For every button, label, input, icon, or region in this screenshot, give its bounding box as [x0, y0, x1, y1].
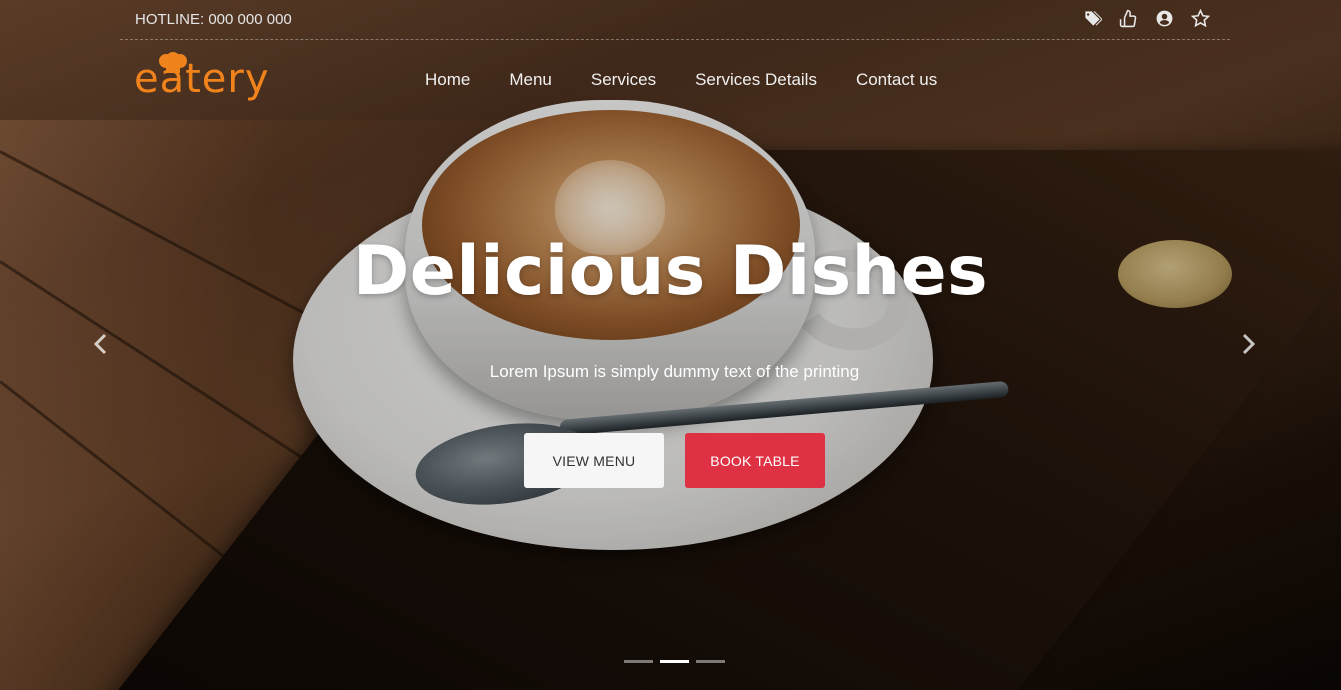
view-menu-button[interactable]: VIEW MENU	[524, 433, 664, 488]
chevron-right-icon	[1242, 333, 1256, 355]
logo-text: eatery	[134, 56, 270, 102]
carousel-indicators	[624, 660, 725, 663]
book-table-button[interactable]: BOOK TABLE	[685, 433, 825, 488]
nav-item-services[interactable]: Services	[591, 70, 656, 90]
hotline-text: HOTLINE: 000 000 000	[135, 11, 292, 28]
hero-carousel: HOTLINE: 000 000 000 eatery Home Menu Se…	[0, 0, 1341, 690]
tags-icon[interactable]	[1083, 9, 1103, 28]
nav-item-contact-us[interactable]: Contact us	[856, 70, 937, 90]
nav-item-home[interactable]: Home	[425, 70, 470, 90]
chevron-left-icon	[93, 333, 107, 355]
thumbs-up-icon[interactable]	[1119, 9, 1138, 28]
carousel-indicator-3[interactable]	[696, 660, 725, 663]
carousel-next-button[interactable]	[1238, 333, 1258, 355]
star-icon[interactable]	[1190, 8, 1211, 28]
nav-item-menu[interactable]: Menu	[509, 70, 552, 90]
top-icons	[1083, 8, 1211, 28]
logo[interactable]: eatery	[134, 52, 279, 110]
hero-subtitle: Lorem Ipsum is simply dummy text of the …	[489, 362, 860, 381]
user-circle-icon[interactable]	[1155, 9, 1174, 28]
hero-title: Delicious Dishes	[352, 232, 989, 311]
nav-item-services-details[interactable]: Services Details	[695, 70, 817, 90]
top-bar: HOTLINE: 000 000 000	[120, 0, 1230, 40]
carousel-indicator-2[interactable]	[660, 660, 689, 663]
main-nav: Home Menu Services Services Details Cont…	[425, 70, 976, 90]
carousel-indicator-1[interactable]	[624, 660, 653, 663]
carousel-prev-button[interactable]	[91, 333, 111, 355]
